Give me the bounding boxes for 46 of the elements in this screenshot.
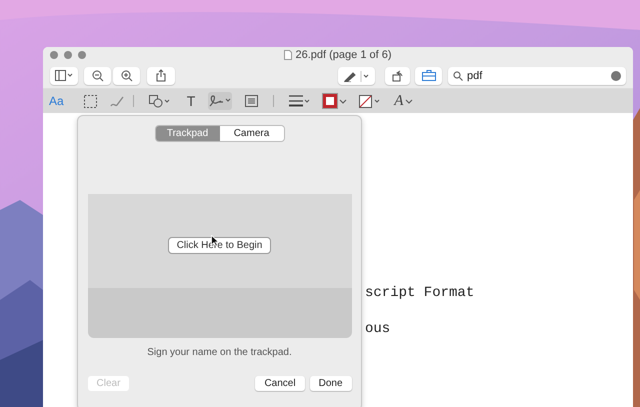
minimize-button[interactable]	[64, 51, 72, 59]
tab[interactable]: Camera	[220, 126, 284, 141]
line-style-icon	[289, 95, 312, 107]
shapes-icon	[148, 94, 171, 108]
window-title: 26.pdf (page 1 of 6)	[295, 49, 392, 61]
toolbox-button[interactable]	[415, 66, 442, 84]
sketch-icon	[110, 94, 125, 108]
share-icon	[156, 69, 166, 82]
note-button[interactable]	[245, 92, 258, 110]
share-button[interactable]	[147, 66, 175, 84]
search-field[interactable]: pdf	[448, 66, 626, 84]
cancel-button[interactable]: Cancel	[255, 376, 305, 391]
pen-button[interactable]	[338, 66, 375, 84]
border-color-button[interactable]	[323, 92, 348, 110]
done-button[interactable]: Done	[310, 376, 352, 391]
selection-button[interactable]	[84, 92, 97, 110]
selection-icon	[84, 94, 97, 108]
caret-icon	[339, 98, 348, 104]
rotate-icon	[392, 70, 404, 82]
signature-icon	[208, 94, 232, 108]
hint-text: Sign your name on the trackpad.	[147, 347, 292, 358]
zoom-out-button[interactable]	[84, 66, 111, 84]
fill-icon	[359, 94, 382, 108]
close-button[interactable]	[50, 51, 58, 59]
clear-icon[interactable]	[611, 70, 621, 80]
document-icon	[284, 50, 292, 60]
zoom-button[interactable]	[78, 51, 86, 59]
zoom-in-button[interactable]	[113, 66, 140, 84]
toolbox-icon	[422, 70, 436, 81]
note-icon	[245, 95, 258, 107]
document-text: script Format	[365, 285, 474, 301]
shapes-button[interactable]	[148, 92, 171, 110]
pen-icon	[342, 70, 370, 82]
sidebar-icon	[55, 70, 73, 81]
zoom-out-icon	[92, 70, 104, 82]
search-icon	[453, 70, 463, 80]
document-text: ous	[365, 321, 390, 337]
sidebar-button[interactable]	[50, 66, 78, 84]
zoom-in-icon	[120, 70, 132, 82]
font-button[interactable]: A	[394, 92, 414, 110]
signature-button[interactable]	[208, 92, 232, 110]
rotate-button[interactable]	[385, 66, 410, 84]
text-tool-button[interactable]: T	[186, 92, 196, 110]
caret-icon	[405, 98, 414, 104]
search-input: pdf	[467, 70, 607, 82]
fill-button[interactable]	[359, 92, 382, 110]
